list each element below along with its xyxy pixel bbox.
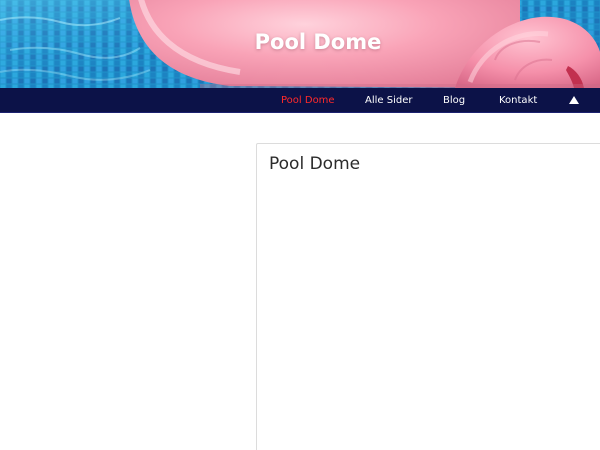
nav-item-alle-sider[interactable]: Alle Sider (365, 88, 412, 112)
page: Pool Dome Pool Dome Alle Sider Blog Kont… (0, 0, 600, 450)
nav-item-pool-dome[interactable]: Pool Dome (281, 88, 335, 112)
site-title[interactable]: Pool Dome (0, 30, 600, 54)
page-title: Pool Dome (269, 154, 361, 174)
content-card: Pool Dome (256, 143, 600, 450)
nav-item-kontakt[interactable]: Kontakt (499, 88, 537, 112)
main-navigation: Pool Dome Alle Sider Blog Kontakt (0, 88, 600, 113)
nav-item-blog[interactable]: Blog (443, 88, 465, 112)
scroll-to-top-button[interactable] (566, 88, 582, 112)
caret-up-icon (569, 96, 579, 104)
header-banner: Pool Dome (0, 0, 600, 88)
